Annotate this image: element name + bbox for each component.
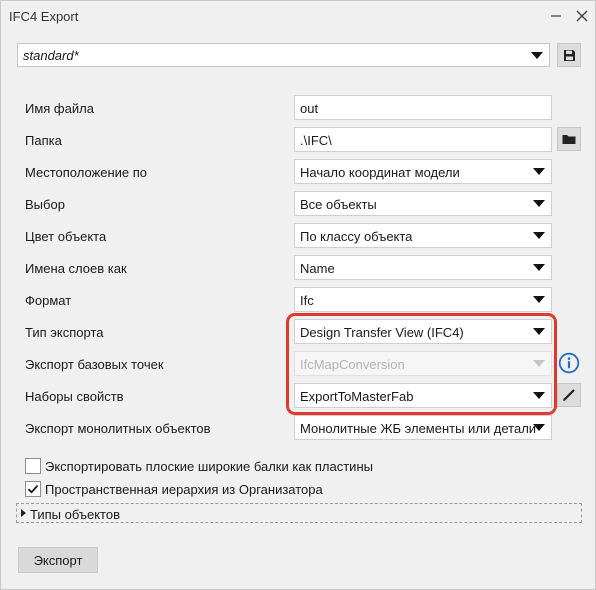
flat-beams-label: Экспортировать плоские широкие балки как… bbox=[45, 459, 373, 474]
file-name-input[interactable]: out bbox=[294, 95, 552, 120]
base-points-info-button[interactable] bbox=[558, 352, 580, 374]
flat-beams-checkbox[interactable] bbox=[25, 458, 41, 474]
minimize-button[interactable] bbox=[544, 5, 568, 27]
chevron-down-icon bbox=[533, 168, 545, 175]
selection-value: Все объекты bbox=[300, 197, 377, 212]
title-bar: IFC4 Export bbox=[1, 1, 595, 31]
label-location: Местоположение по bbox=[25, 165, 148, 180]
spatial-hierarchy-label: Пространственная иерархия из Организатор… bbox=[45, 482, 323, 497]
label-object-color: Цвет объекта bbox=[25, 229, 107, 244]
spatial-hierarchy-checkbox[interactable] bbox=[25, 481, 41, 497]
save-icon bbox=[563, 49, 575, 61]
monolithic-select[interactable]: Монолитные ЖБ элементы или детали bbox=[294, 415, 552, 440]
object-color-select[interactable]: По классу объекта bbox=[294, 223, 552, 248]
object-color-value: По классу объекта bbox=[300, 229, 413, 244]
file-name-value: out bbox=[300, 101, 319, 116]
monolithic-value: Монолитные ЖБ элементы или детали bbox=[300, 421, 537, 436]
selection-select[interactable]: Все объекты bbox=[294, 191, 552, 216]
chevron-down-icon bbox=[533, 296, 545, 303]
chevron-down-icon bbox=[531, 52, 543, 59]
chevron-down-icon bbox=[533, 424, 545, 431]
folder-icon bbox=[562, 135, 576, 144]
highlight-box bbox=[286, 313, 557, 415]
location-select[interactable]: Начало координат модели bbox=[294, 159, 552, 184]
ifc4-export-dialog: IFC4 Export standard* Имя файла out Папк… bbox=[0, 0, 596, 590]
chevron-down-icon bbox=[533, 264, 545, 271]
save-preset-button[interactable] bbox=[557, 43, 581, 67]
info-icon bbox=[558, 352, 580, 374]
edit-property-sets-button[interactable] bbox=[557, 383, 581, 407]
minimize-icon bbox=[551, 15, 561, 17]
chevron-down-icon bbox=[533, 200, 545, 207]
preset-select[interactable]: standard* bbox=[17, 43, 550, 67]
pencil-icon bbox=[563, 389, 575, 401]
folder-value: .\IFC\ bbox=[300, 133, 332, 148]
format-select[interactable]: Ifc bbox=[294, 287, 552, 312]
layer-names-value: Name bbox=[300, 261, 335, 276]
close-button[interactable] bbox=[570, 5, 594, 27]
window-title: IFC4 Export bbox=[9, 9, 79, 24]
format-value: Ifc bbox=[300, 293, 314, 308]
label-layer-names: Имена слоев как bbox=[25, 261, 127, 276]
layer-names-select[interactable]: Name bbox=[294, 255, 552, 280]
label-file-name: Имя файла bbox=[25, 101, 94, 116]
chevron-down-icon bbox=[533, 232, 545, 239]
preset-value: standard* bbox=[23, 48, 79, 63]
close-icon bbox=[576, 10, 588, 22]
location-value: Начало координат модели bbox=[300, 165, 460, 180]
export-button[interactable]: Экспорт bbox=[18, 547, 98, 573]
label-selection: Выбор bbox=[25, 197, 65, 212]
label-base-points: Экспорт базовых точек bbox=[25, 357, 164, 372]
object-types-label: Типы объектов bbox=[30, 507, 121, 522]
object-types-expander[interactable]: Типы объектов bbox=[16, 503, 582, 523]
label-folder: Папка bbox=[25, 133, 62, 148]
check-icon bbox=[27, 485, 39, 494]
label-property-sets: Наборы свойств bbox=[25, 389, 124, 404]
browse-folder-button[interactable] bbox=[557, 127, 581, 151]
label-export-type: Тип экспорта bbox=[25, 325, 104, 340]
label-monolithic: Экспорт монолитных объектов bbox=[25, 421, 211, 436]
folder-input[interactable]: .\IFC\ bbox=[294, 127, 552, 152]
label-format: Формат bbox=[25, 293, 72, 308]
triangle-right-icon bbox=[21, 509, 26, 517]
